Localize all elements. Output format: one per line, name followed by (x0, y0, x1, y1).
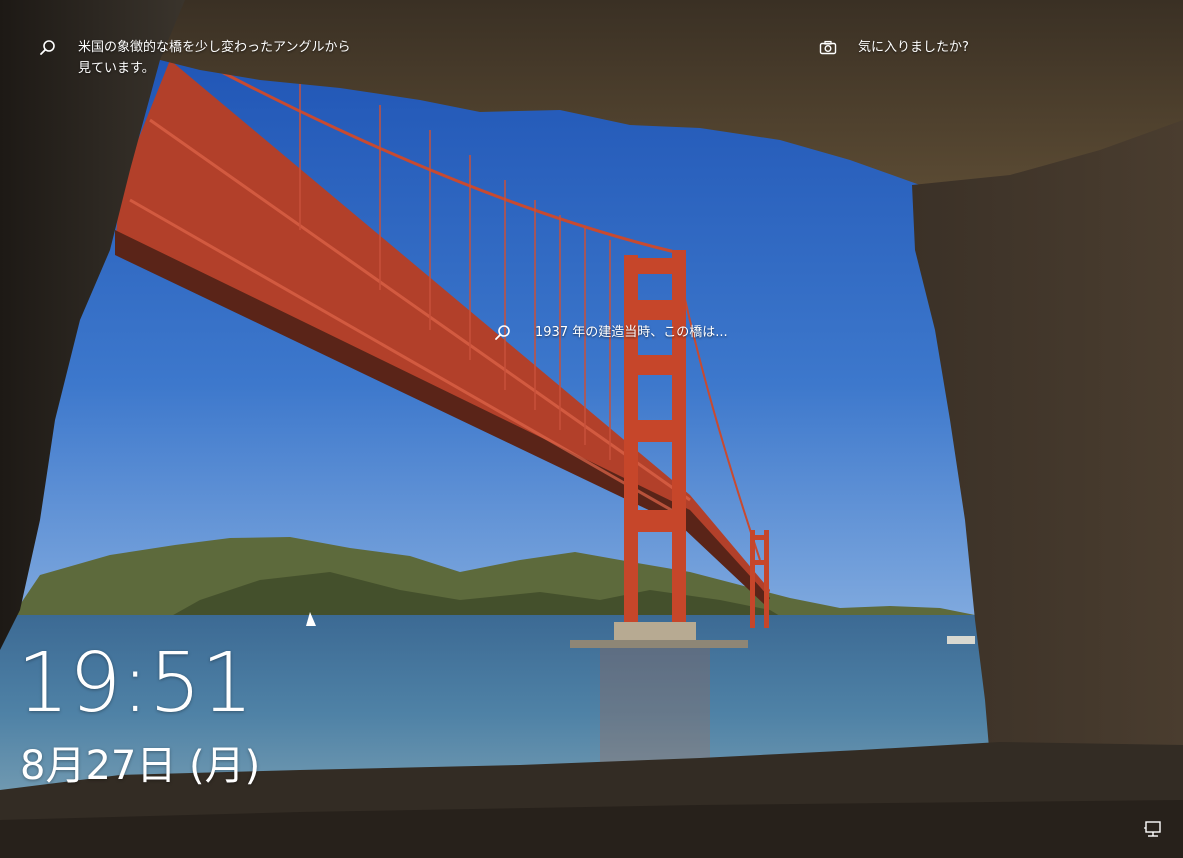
bridge-fact-text: 1937 年の建造当時、この橋は... (535, 325, 728, 340)
bridge-reflection (600, 645, 710, 775)
lock-screen-date: 8月27日 (月) (20, 743, 261, 789)
like-image-hotspot[interactable]: 気に入りましたか? (818, 37, 1018, 58)
camera-icon (819, 40, 837, 55)
image-info-hotspot[interactable]: 米国の象徴的な橋を少し変わったアングルから 見ています。 (38, 37, 368, 79)
search-icon (495, 325, 510, 340)
image-info-text: 米国の象徴的な橋を少し変わったアングルから 見ています。 (78, 40, 351, 76)
tower-pier (570, 640, 748, 648)
like-image-text: 気に入りましたか? (858, 40, 969, 55)
boat (947, 636, 975, 644)
lock-screen-time: 19:51 (17, 636, 254, 731)
network-icon[interactable] (1143, 819, 1163, 839)
search-icon (40, 40, 55, 55)
bridge-fact-hotspot[interactable]: 1937 年の建造当時、この橋は... (493, 322, 753, 343)
